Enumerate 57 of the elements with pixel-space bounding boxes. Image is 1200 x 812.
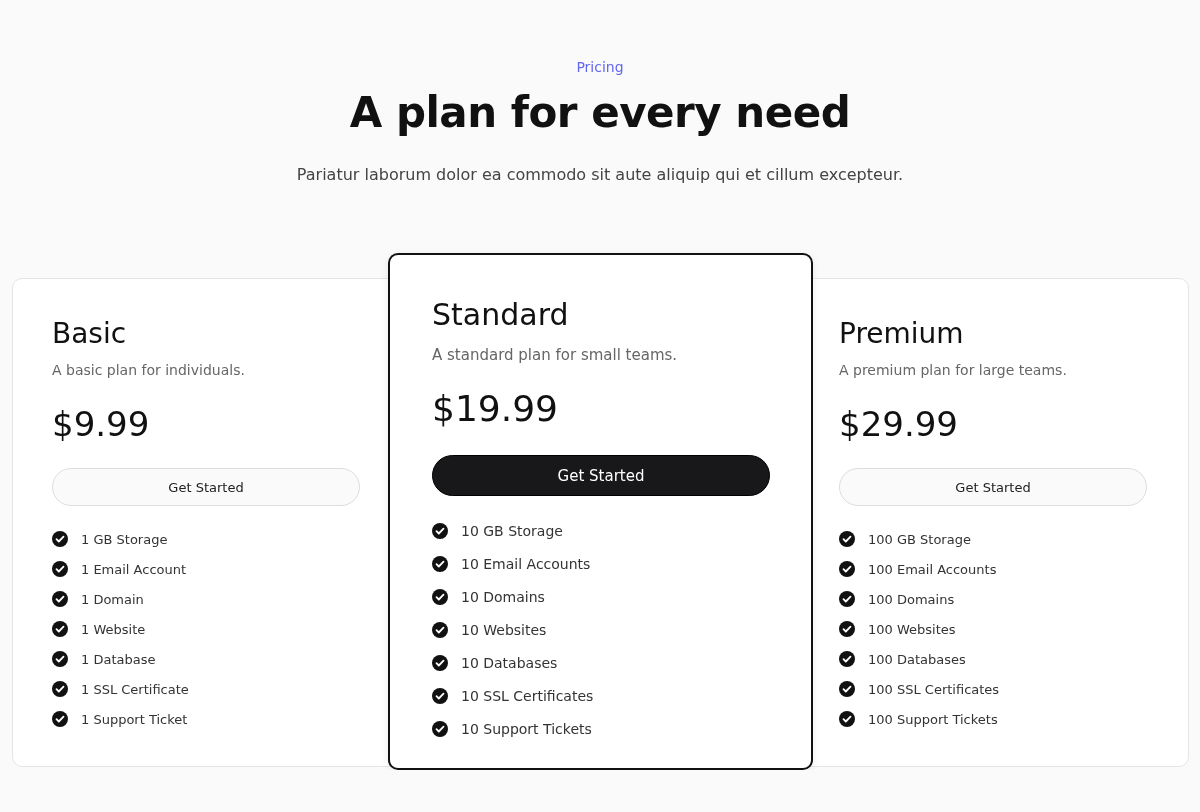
feature-item: 10 Websites	[461, 622, 547, 638]
feature-item: 100 Databases	[868, 651, 966, 667]
plan-description: A premium plan for large teams.	[839, 362, 1068, 378]
feature-item: 1 Support Ticket	[81, 711, 188, 727]
check-icon	[432, 523, 448, 539]
check-icon	[839, 621, 855, 637]
check-icon	[432, 589, 448, 605]
get-started-button[interactable]: Get Started	[839, 468, 1147, 506]
get-started-button[interactable]: Get Started	[52, 468, 360, 506]
check-icon	[52, 651, 68, 667]
check-icon	[52, 681, 68, 697]
plan-price: $29.99	[839, 404, 959, 444]
plan-name: Standard	[432, 297, 570, 332]
feature-item: 10 Support Tickets	[461, 721, 592, 737]
check-icon	[52, 561, 68, 577]
check-icon	[839, 561, 855, 577]
feature-item: 100 Domains	[868, 591, 955, 607]
feature-item: 100 GB Storage	[868, 531, 971, 547]
feature-item: 1 Database	[81, 651, 156, 667]
page-subtitle: Pariatur laborum dolor ea commodo sit aute aliquip qui et cillum excepteur.	[296, 165, 904, 184]
check-icon	[432, 721, 448, 737]
check-icon	[432, 556, 448, 572]
check-icon	[432, 655, 448, 671]
feature-item: 10 Databases	[461, 655, 558, 671]
eyebrow-label: Pricing	[576, 59, 624, 75]
check-icon	[52, 591, 68, 607]
check-icon	[839, 681, 855, 697]
feature-item: 1 Website	[81, 621, 146, 637]
feature-item: 10 Domains	[461, 589, 545, 605]
get-started-button[interactable]: Get Started	[432, 455, 770, 496]
feature-item: 10 Email Accounts	[461, 556, 591, 572]
check-icon	[52, 711, 68, 727]
feature-item: 100 SSL Certificates	[868, 681, 1000, 697]
feature-item: 1 SSL Certificate	[81, 681, 189, 697]
check-icon	[839, 531, 855, 547]
feature-item: 1 Email Account	[81, 561, 187, 577]
page-title: A plan for every need	[349, 88, 851, 137]
check-icon	[52, 531, 68, 547]
feature-item: 10 GB Storage	[461, 523, 563, 539]
check-icon	[839, 651, 855, 667]
plan-price: $9.99	[52, 404, 151, 444]
feature-item: 10 SSL Certificates	[461, 688, 594, 704]
plan-description: A standard plan for small teams.	[432, 346, 679, 364]
check-icon	[432, 688, 448, 704]
feature-item: 100 Websites	[868, 621, 956, 637]
plan-name: Premium	[839, 317, 965, 350]
check-icon	[839, 711, 855, 727]
feature-item: 1 GB Storage	[81, 531, 168, 547]
check-icon	[432, 622, 448, 638]
check-icon	[52, 621, 68, 637]
plan-price: $19.99	[432, 388, 559, 429]
plan-name: Basic	[52, 317, 128, 350]
check-icon	[839, 591, 855, 607]
feature-item: 100 Email Accounts	[868, 561, 997, 577]
feature-item: 1 Domain	[81, 591, 144, 607]
plan-description: A basic plan for individuals.	[52, 362, 246, 378]
feature-item: 100 Support Tickets	[868, 711, 998, 727]
